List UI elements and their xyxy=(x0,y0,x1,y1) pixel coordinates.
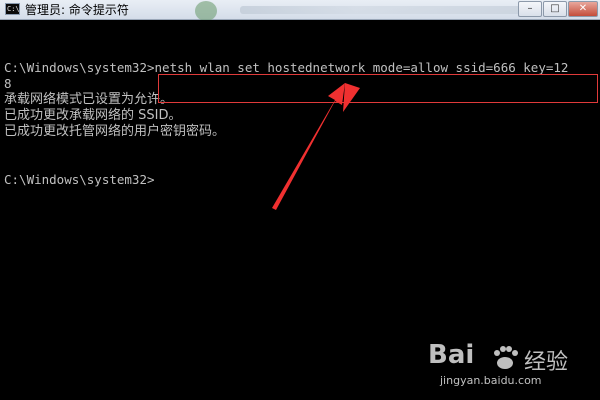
console-output[interactable]: C:\Windows\system32>netsh wlan set hoste… xyxy=(0,20,600,400)
title-bar[interactable]: C:\ 管理员: 命令提示符 – □ ✕ xyxy=(0,0,600,21)
watermark-url: jingyan.baidu.com xyxy=(440,374,542,387)
maximize-button[interactable]: □ xyxy=(543,1,567,17)
minimize-button[interactable]: – xyxy=(518,1,542,17)
window-title: 管理员: 命令提示符 xyxy=(25,3,129,17)
baidu-paw-icon xyxy=(494,346,518,369)
watermark-logo-tail: 经验 xyxy=(524,350,569,375)
blurred-background-text xyxy=(240,6,530,14)
close-button[interactable]: ✕ xyxy=(568,1,598,17)
blurred-background-icon xyxy=(195,1,217,21)
watermark-logo: Bai xyxy=(428,340,475,370)
baidu-jingyan-watermark: Bai 经验 jingyan.baidu.com xyxy=(428,340,568,392)
cmd-app-icon: C:\ xyxy=(5,3,20,15)
window-controls: – □ ✕ xyxy=(517,1,598,18)
